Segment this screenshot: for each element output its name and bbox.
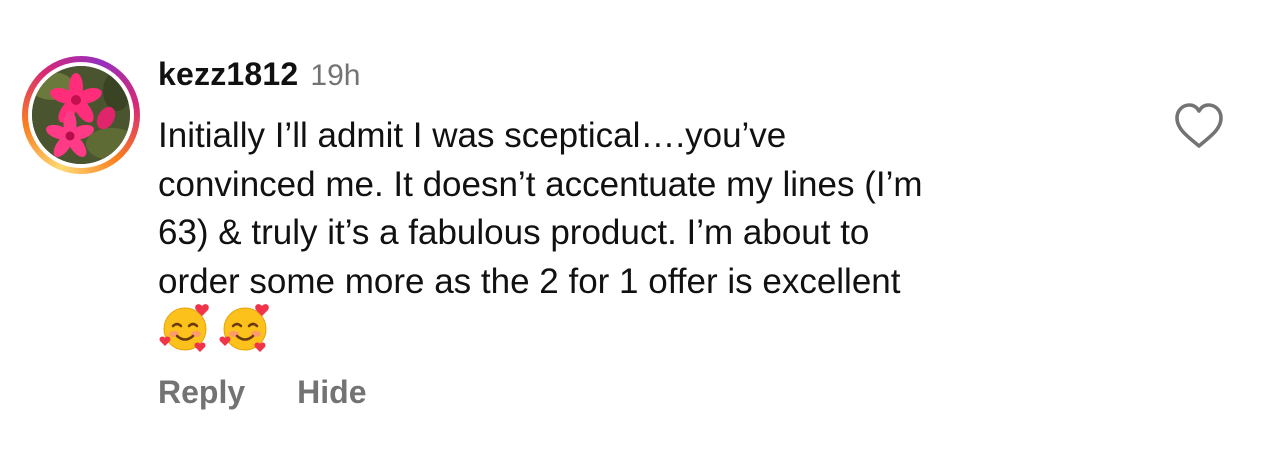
comment-text-line: Initially I’ll admit I was sceptical….yo…	[158, 116, 787, 155]
comment-text-line: convinced me. It doesn’t accentuate my l…	[158, 164, 923, 204]
like-button[interactable]	[1172, 100, 1226, 154]
smiling-face-with-hearts-icon	[219, 304, 269, 352]
hide-button[interactable]: Hide	[297, 374, 366, 411]
timestamp: 19h	[310, 59, 361, 92]
flower-avatar-image	[32, 66, 130, 164]
comment-text: Initially I’ll admit I was sceptical….yo…	[158, 112, 1148, 306]
heart-outline-icon	[1175, 103, 1223, 148]
avatar-story-ring[interactable]	[22, 56, 140, 174]
avatar[interactable]	[32, 66, 130, 164]
comment-text-line: 63) & truly it’s a fabulous product. I’m…	[158, 213, 870, 252]
avatar-ring-gap	[28, 62, 134, 168]
emoji-row	[158, 300, 272, 354]
comment-text-line: order some more as the 2 for 1 offer is …	[158, 261, 901, 301]
comment-header: kezz1812 19h	[158, 56, 360, 100]
username[interactable]: kezz1812	[158, 56, 298, 93]
comment-actions: Reply Hide	[158, 374, 366, 411]
comment: kezz1812 19h Initially I’ll admit I was …	[0, 0, 1284, 457]
reply-button[interactable]: Reply	[158, 374, 245, 411]
smiling-face-with-hearts-icon	[159, 304, 209, 352]
